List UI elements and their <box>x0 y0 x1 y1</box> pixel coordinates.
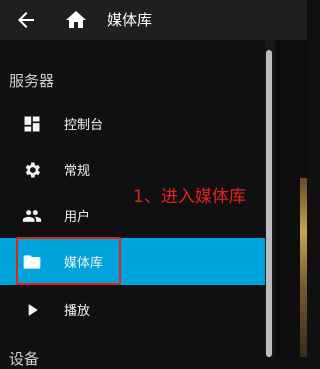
sidebar-item-playback[interactable]: 播放 <box>0 286 265 333</box>
app-header: 媒体库 <box>0 0 307 40</box>
play-icon <box>28 304 38 316</box>
arrow-left-icon[interactable] <box>14 8 38 32</box>
annotation-text: 1、进入媒体库 <box>133 187 246 207</box>
annotation-highlight-box <box>16 237 121 285</box>
section-title-devices: 设备 <box>9 350 40 368</box>
home-icon[interactable] <box>64 8 88 32</box>
scrollbar-thumb[interactable] <box>266 50 272 357</box>
sidebar-item-label: 播放 <box>64 304 91 319</box>
dashboard-icon <box>24 116 40 132</box>
media-poster-image[interactable] <box>300 178 307 357</box>
section-title-server: 服务器 <box>9 72 55 90</box>
users-icon <box>22 210 42 222</box>
gear-icon <box>25 162 40 178</box>
sidebar-item-label: 用户 <box>64 210 91 225</box>
sidebar-item-label: 常规 <box>64 164 91 179</box>
sidebar-item-label: 控制台 <box>64 118 104 133</box>
page-title: 媒体库 <box>107 11 153 29</box>
sidebar-item-dashboard[interactable]: 控制台 <box>0 100 265 147</box>
